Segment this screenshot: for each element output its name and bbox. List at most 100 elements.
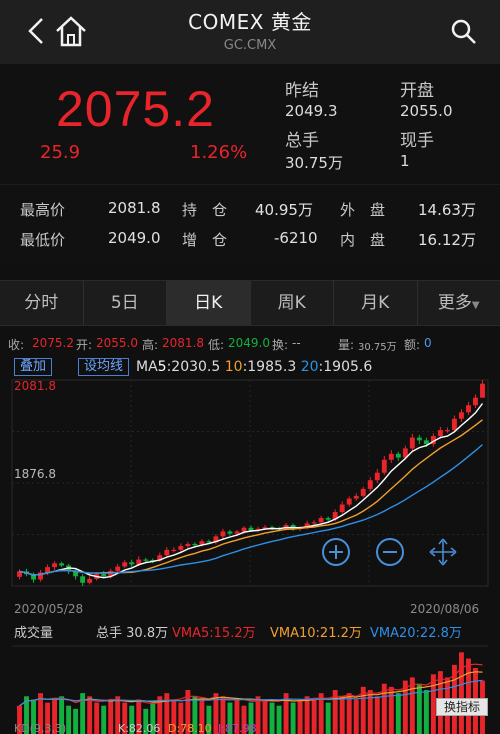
volume-bar	[101, 705, 107, 734]
prev-close-label: 昨结	[285, 81, 319, 101]
ma5-label: 5	[157, 359, 167, 375]
overlay-button[interactable]: 叠加	[14, 358, 53, 376]
candle-body	[353, 495, 359, 499]
current-label: 现手	[400, 131, 434, 151]
open-value: 2055.0	[96, 336, 138, 350]
volume-bar	[304, 696, 310, 734]
volume-bar	[388, 686, 394, 734]
tab-more[interactable]: 更多▼	[418, 281, 500, 325]
candle-body	[234, 531, 240, 534]
volume-total-value: 30.8万	[126, 626, 169, 641]
volume-bar	[409, 677, 415, 734]
volume-bar	[339, 696, 345, 734]
candle-body	[437, 430, 443, 437]
date-start: 2020/05/28	[14, 602, 84, 616]
tab-daily-k[interactable]: 日K	[167, 281, 251, 325]
candle-body	[122, 562, 128, 567]
set-ma-button[interactable]: 设均线	[78, 358, 130, 376]
candle-body	[80, 576, 86, 583]
stats-row-2: 最低价 2049.0 增 仓 -6210 内 盘 16.12万	[0, 223, 500, 253]
price-change: 25.9	[40, 142, 81, 163]
candle-body	[143, 559, 149, 561]
volume-bar	[108, 699, 114, 734]
amount-value: 0	[424, 336, 432, 350]
volume-bar	[395, 693, 401, 734]
high-value: 2081.8	[108, 199, 161, 217]
candle-body	[346, 498, 352, 505]
inner-value: 16.12万	[418, 231, 476, 249]
volume-bar	[458, 652, 464, 734]
candle-body	[318, 518, 324, 523]
volume-bar	[66, 705, 72, 734]
candle-body	[473, 397, 478, 406]
vol-value: 30.75万	[358, 342, 397, 353]
vma5: VMA5:15.2万	[172, 626, 256, 641]
kline-chart[interactable]: 2081.8 1876.8	[0, 376, 500, 602]
switch-indicator-button[interactable]: 换指标	[436, 698, 488, 716]
tab-intraday[interactable]: 分时	[0, 281, 84, 325]
volume-bar	[416, 683, 422, 734]
turnover-label: 换:	[272, 338, 289, 352]
ma-legend: MA5:2030.5 10:1985.3 20:1905.6	[136, 359, 372, 375]
open-price: 开盘 2055.0	[400, 76, 453, 120]
volume-value: 30.75万	[285, 154, 343, 172]
high-value: 2081.8	[162, 336, 204, 350]
low-label: 低:	[208, 338, 225, 352]
date-end: 2020/08/06	[410, 602, 480, 616]
ma5-line	[19, 403, 484, 579]
y-axis-top-label: 2081.8	[14, 379, 56, 393]
candle-body	[311, 522, 317, 524]
candle-body	[220, 531, 226, 537]
kd-k: K:82.06	[118, 722, 161, 734]
candle-body	[367, 480, 373, 489]
tab-monthly-k[interactable]: 月K	[334, 281, 418, 325]
candle-body	[227, 531, 233, 534]
candle-body	[248, 527, 254, 531]
vma20: VMA20:22.8万	[370, 626, 462, 641]
candle-body	[52, 563, 58, 568]
kd-j: J:87.98	[218, 722, 257, 734]
ma20-line	[19, 444, 483, 576]
vma10: VMA10:21.2万	[270, 626, 362, 641]
candle-body	[87, 578, 93, 583]
candle-body	[480, 383, 485, 398]
candle-body	[59, 563, 65, 566]
volume-bar	[297, 699, 303, 734]
volume-bar	[87, 696, 93, 734]
volume-bar	[367, 690, 373, 734]
candle-body	[164, 549, 170, 556]
high-label: 高:	[142, 338, 159, 352]
search-icon[interactable]	[450, 18, 478, 46]
ma20-label: 20	[300, 359, 319, 375]
oi-change-value: -6210	[274, 229, 318, 247]
prev-close: 昨结 2049.3	[285, 76, 338, 120]
kd-d: D:78.10	[168, 722, 212, 734]
volume-bar	[311, 699, 317, 734]
volume-bar	[276, 705, 282, 734]
inner-label: 内 盘	[340, 231, 386, 249]
close-value: 2075.2	[32, 336, 74, 350]
oi-change-label: 增 仓	[182, 231, 228, 249]
candle-body	[339, 504, 345, 513]
tab-weekly-k[interactable]: 周K	[251, 281, 334, 325]
high-label: 最高价	[20, 201, 66, 219]
volume-bar	[269, 702, 275, 734]
volume-bar	[94, 702, 100, 734]
outer-label: 外 盘	[340, 201, 386, 219]
low-value: 2049.0	[228, 336, 270, 350]
candle-body	[458, 412, 464, 419]
quote-panel: 2075.2 25.9 1.26% 昨结 2049.3 开盘 2055.0 总手…	[0, 64, 500, 184]
volume-bar	[262, 699, 268, 734]
page-title: COMEX 黄金	[188, 10, 312, 34]
low-value: 2049.0	[108, 229, 161, 247]
current-value: 1	[400, 152, 410, 170]
tab-5day[interactable]: 5日	[84, 281, 167, 325]
stats-row-1: 最高价 2081.8 持 仓 40.95万 外 盘 14.63万	[0, 193, 500, 223]
chevron-down-icon: ▼	[471, 300, 480, 311]
candle-body	[206, 541, 212, 543]
candle-body	[466, 405, 471, 413]
last-price: 2075.2	[56, 81, 215, 137]
move-arrows-icon[interactable]	[429, 538, 457, 566]
header-bar: COMEX 黄金 GC.CMX	[0, 0, 500, 64]
candle-body	[374, 472, 380, 481]
